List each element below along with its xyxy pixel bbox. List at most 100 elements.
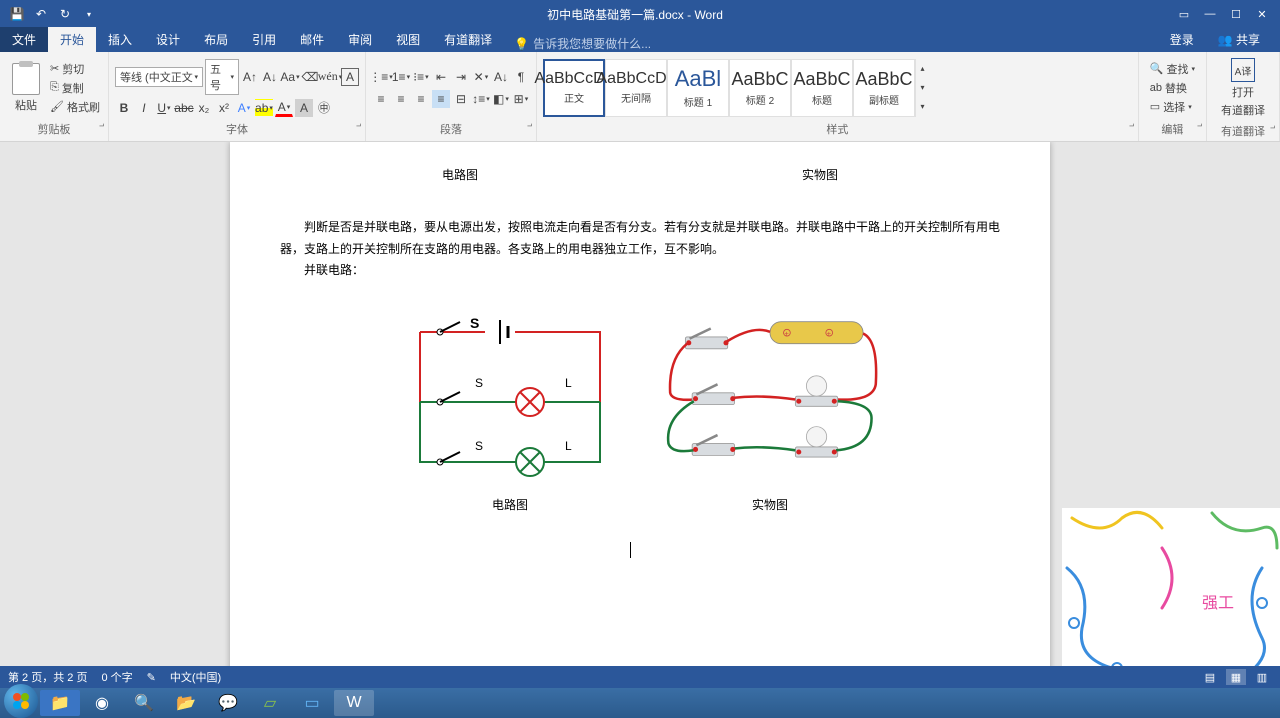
phonetic-button[interactable]: wén [321,68,339,86]
clear-format-button[interactable]: ⌫ [301,68,319,86]
shrink-font-button[interactable]: A↓ [261,68,279,86]
italic-button[interactable]: I [135,99,153,117]
svg-text:S: S [475,439,483,453]
tell-me-label: 告诉我您想要做什么... [533,35,651,52]
maximize-icon[interactable]: ☐ [1224,5,1248,23]
undo-icon[interactable]: ↶ [32,5,50,23]
justify-button[interactable]: ≡ [432,90,450,108]
select-button[interactable]: ▭选择▾ [1149,98,1196,116]
print-layout-button[interactable]: ▦ [1226,669,1246,685]
task-app-2[interactable]: ◉ [82,690,122,716]
start-button[interactable] [4,684,38,718]
svg-text:+: + [784,329,789,338]
change-case-button[interactable]: Aa [281,68,299,86]
decrease-indent-button[interactable]: ⇤ [432,68,450,86]
distribute-button[interactable]: ⊟ [452,90,470,108]
format-painter-button[interactable]: 🖌格式刷 [48,98,102,116]
search-icon: 🔍 [1150,62,1164,75]
overlay-thumbnail: 强工 [1062,508,1280,688]
page-indicator[interactable]: 第 2 页，共 2 页 [8,669,87,685]
font-name-combo[interactable]: 等线 (中文正文▾ [115,67,203,87]
bullets-button[interactable]: ⋮≡ [372,68,390,86]
ribbon-options-icon[interactable]: ▭ [1172,5,1196,23]
tab-review[interactable]: 审阅 [336,27,384,52]
tab-references[interactable]: 引用 [240,27,288,52]
tab-insert[interactable]: 插入 [96,27,144,52]
style-heading2[interactable]: AaBbC标题 2 [729,59,791,117]
numbering-button[interactable]: 1≡ [392,68,410,86]
tab-design[interactable]: 设计 [144,27,192,52]
style-no-spacing[interactable]: AaBbCcDd无间隔 [605,59,667,117]
tab-mailings[interactable]: 邮件 [288,27,336,52]
bold-button[interactable]: B [115,99,133,117]
login-button[interactable]: 登录 [1158,27,1206,52]
clipboard-icon [12,63,40,95]
minimize-icon[interactable]: — [1198,5,1222,23]
task-app-4[interactable]: 📂 [166,690,206,716]
proofing-icon[interactable]: ✎ [147,671,156,684]
text-effects-button[interactable]: A [235,99,253,117]
youdao-button[interactable]: A译 打开 有道翻译 [1213,54,1273,122]
char-shading-button[interactable]: A [295,99,313,117]
group-paragraph: ⋮≡ 1≡ ⁝≡ ⇤ ⇥ ✕ A↓ ¶ ≡ ≡ ≡ ≡ ⊟ ↕≡ ◧ ⊞ 段落 [366,52,537,141]
sort-button[interactable]: A↓ [492,68,510,86]
char-border-button[interactable]: A [341,68,359,86]
style-title[interactable]: AaBbC标题 [791,59,853,117]
task-wechat[interactable]: 💬 [208,690,248,716]
tell-me-search[interactable]: 💡 告诉我您想要做什么... [514,35,651,52]
tab-file[interactable]: 文件 [0,27,48,52]
style-subtitle[interactable]: AaBbC副标题 [853,59,915,117]
close-icon[interactable]: ✕ [1250,5,1274,23]
task-app-6[interactable]: ▱ [250,690,290,716]
shading-button[interactable]: ◧ [492,90,510,108]
find-button[interactable]: 🔍查找▾ [1149,60,1196,78]
caption-physical-1: 实物图 [802,166,838,183]
superscript-button[interactable]: x² [215,99,233,117]
tab-home[interactable]: 开始 [48,27,96,52]
align-right-button[interactable]: ≡ [412,90,430,108]
increase-indent-button[interactable]: ⇥ [452,68,470,86]
cut-button[interactable]: ✂剪切 [48,60,102,78]
task-app-7[interactable]: ▭ [292,690,332,716]
save-icon[interactable]: 💾 [8,5,26,23]
asian-layout-button[interactable]: ✕ [472,68,490,86]
styles-up-button[interactable]: ▴ [916,59,929,78]
line-spacing-button[interactable]: ↕≡ [472,90,490,108]
strikethrough-button[interactable]: abc [175,99,193,117]
tab-view[interactable]: 视图 [384,27,432,52]
font-color-button[interactable]: A [275,99,293,117]
highlight-button[interactable]: ab [255,99,273,117]
page[interactable]: 电路图 实物图 判断是否是并联电路，要从电源出发，按照电流走向看是否有分支。若有… [230,142,1050,678]
underline-button[interactable]: U [155,99,173,117]
styles-expand-button[interactable]: ▾ [916,97,929,116]
show-marks-button[interactable]: ¶ [512,68,530,86]
replace-icon: ab [1150,82,1162,94]
align-left-button[interactable]: ≡ [372,90,390,108]
tab-youdao[interactable]: 有道翻译 [432,27,504,52]
tab-layout[interactable]: 布局 [192,27,240,52]
enclose-char-button[interactable]: ㊥ [315,99,333,117]
grow-font-button[interactable]: A↑ [241,68,259,86]
align-center-button[interactable]: ≡ [392,90,410,108]
word-count[interactable]: 0 个字 [101,669,132,685]
language-indicator[interactable]: 中文(中国) [170,669,221,685]
redo-icon[interactable]: ↻ [56,5,74,23]
font-size-combo[interactable]: 五号▾ [205,59,239,95]
borders-button[interactable]: ⊞ [512,90,530,108]
read-mode-button[interactable]: ▤ [1200,669,1220,685]
task-app-1[interactable]: 📁 [40,690,80,716]
qat-more-icon[interactable]: ▾ [80,5,98,23]
multilevel-button[interactable]: ⁝≡ [412,68,430,86]
style-heading1[interactable]: AaBl标题 1 [667,59,729,117]
subscript-button[interactable]: x₂ [195,99,213,117]
task-app-3[interactable]: 🔍 [124,690,164,716]
styles-down-button[interactable]: ▾ [916,78,929,97]
task-word[interactable]: W [334,690,374,716]
styles-gallery: AaBbCcDd正文 AaBbCcDd无间隔 AaBl标题 1 AaBbC标题 … [543,59,929,117]
replace-button[interactable]: ab替换 [1149,79,1196,97]
web-layout-button[interactable]: ▥ [1252,669,1272,685]
copy-button[interactable]: ⎘复制 [48,79,102,97]
group-styles: AaBbCcDd正文 AaBbCcDd无间隔 AaBl标题 1 AaBbC标题 … [537,52,1139,141]
paste-button[interactable]: 粘贴 [6,61,46,115]
share-button[interactable]: 👥 共享 [1206,27,1272,52]
